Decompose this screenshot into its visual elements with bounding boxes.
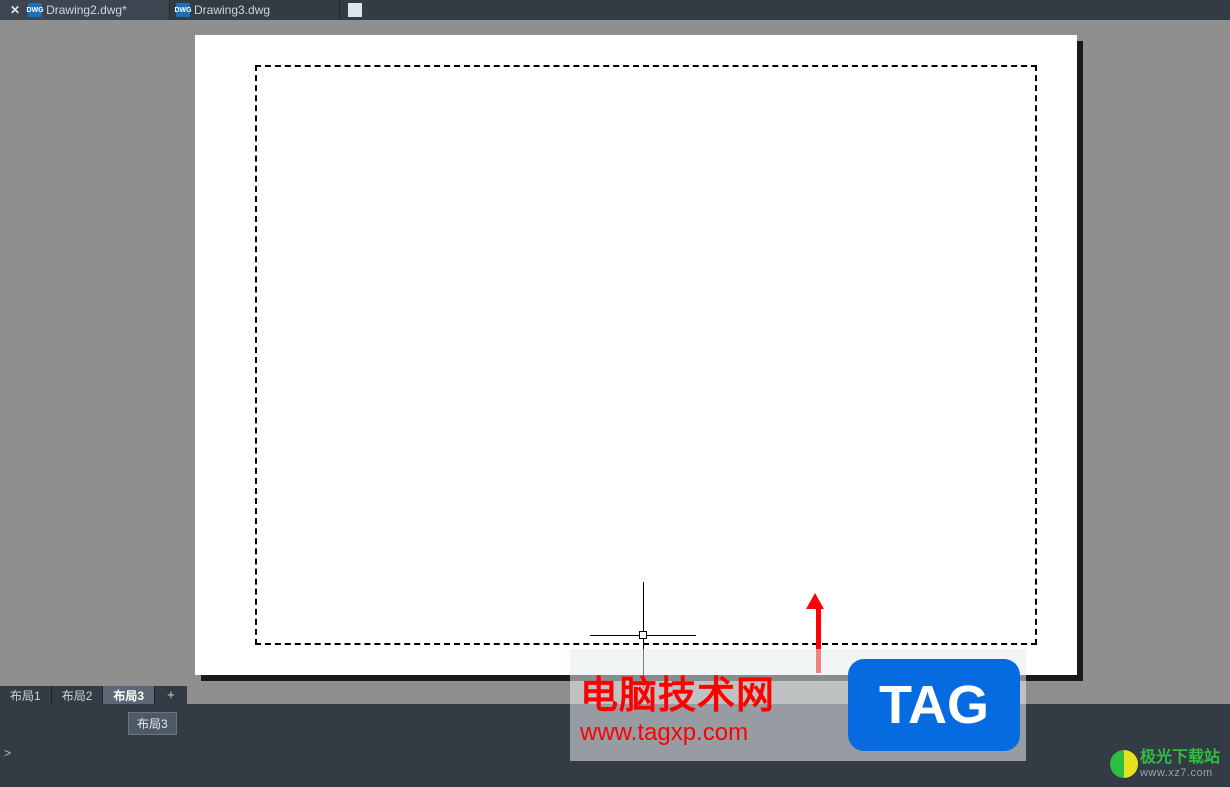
dwg-icon: DWG bbox=[176, 3, 190, 17]
new-file-icon bbox=[348, 3, 362, 17]
file-tab-label: Drawing2.dwg* bbox=[46, 3, 127, 17]
site-swirl-icon bbox=[1110, 750, 1138, 778]
site-url: www.xz7.com bbox=[1140, 767, 1220, 779]
file-tabs-bar: ✕ DWG Drawing2.dwg* DWG Drawing3.dwg bbox=[0, 0, 1230, 20]
layout-paper[interactable] bbox=[195, 35, 1077, 675]
watermark-overlay: 电脑技术网 www.tagxp.com TAG bbox=[570, 649, 1026, 761]
file-tab-label: Drawing3.dwg bbox=[194, 3, 270, 17]
command-prompt[interactable]: > bbox=[4, 746, 11, 760]
watermark-title: 电脑技术网 bbox=[570, 664, 848, 719]
layout-tab-2[interactable]: 布局2 bbox=[52, 686, 104, 704]
dwg-icon: DWG bbox=[28, 3, 42, 17]
close-icon[interactable]: ✕ bbox=[6, 3, 24, 17]
new-file-button[interactable] bbox=[340, 0, 370, 20]
watermark-url: www.tagxp.com bbox=[570, 719, 848, 747]
layout-tab-1[interactable]: 布局1 bbox=[0, 686, 52, 704]
layout-add-button[interactable]: + bbox=[155, 686, 187, 704]
site-logo: 极光下载站 www.xz7.com bbox=[1110, 749, 1220, 779]
tag-badge: TAG bbox=[848, 659, 1020, 751]
file-tab-drawing2[interactable]: ✕ DWG Drawing2.dwg* bbox=[0, 0, 170, 20]
layout-tabs-bar: 布局1 布局2 布局3 + bbox=[0, 686, 187, 704]
file-tab-drawing3[interactable]: DWG Drawing3.dwg bbox=[170, 0, 340, 20]
layout-tooltip: 布局3 bbox=[128, 712, 177, 735]
printable-area-border bbox=[255, 65, 1037, 645]
layout-tab-3[interactable]: 布局3 bbox=[103, 686, 155, 704]
site-name: 极光下载站 bbox=[1140, 749, 1220, 767]
